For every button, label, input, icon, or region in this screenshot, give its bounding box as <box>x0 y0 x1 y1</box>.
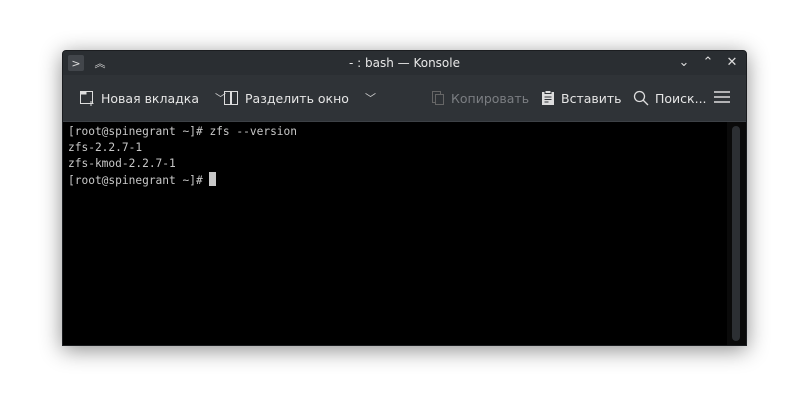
paste-label: Вставить <box>561 90 622 106</box>
split-view-button[interactable]: Разделить окно ﹀ <box>223 90 376 106</box>
copy-icon <box>432 91 444 105</box>
maximize-button[interactable]: ⌃ <box>700 54 716 70</box>
window-title: - : bash — Konsole <box>349 56 460 70</box>
search-icon <box>633 90 649 106</box>
terminal-prompt-line: [root@spinegrant ~]# <box>68 172 727 189</box>
copy-button[interactable]: Копировать <box>431 90 529 106</box>
title-bar[interactable]: > ︽ - : bash — Konsole ⌄ ⌃ ✕ <box>63 51 746 75</box>
prompt-text: [root@spinegrant ~]# <box>68 174 210 187</box>
new-tab-button[interactable]: Новая вкладка ﹀ <box>79 90 226 106</box>
copy-label: Копировать <box>451 90 530 106</box>
new-tab-icon <box>80 91 94 106</box>
paste-button[interactable]: Вставить <box>541 90 622 106</box>
konsole-window: > ︽ - : bash — Konsole ⌄ ⌃ ✕ Новая вклад… <box>62 50 747 346</box>
scrollbar[interactable] <box>727 122 746 345</box>
split-view-label: Разделить окно <box>245 90 349 106</box>
find-label: Поиск... <box>655 90 707 106</box>
new-tab-label: Новая вкладка <box>101 90 199 106</box>
minimize-button[interactable]: ⌄ <box>676 54 692 70</box>
paste-icon <box>542 90 554 105</box>
hamburger-menu-icon <box>714 91 730 103</box>
close-button[interactable]: ✕ <box>724 54 740 70</box>
terminal-output[interactable]: [root@spinegrant ~]# zfs --version zfs-2… <box>63 122 727 345</box>
split-view-icon <box>224 91 238 105</box>
terminal-line: zfs-2.2.7-1 <box>68 141 143 154</box>
toolbar: Новая вкладка ﹀ Разделить окно ﹀ Копиров… <box>63 75 746 122</box>
hamburger-menu-button[interactable] <box>714 90 730 104</box>
find-button[interactable]: Поиск... <box>633 90 707 106</box>
chevron-down-icon[interactable]: ﹀ <box>365 90 376 106</box>
text-cursor <box>209 172 217 186</box>
terminal-line: zfs-kmod-2.2.7-1 <box>68 157 176 170</box>
terminal-line: [root@spinegrant ~]# zfs --version <box>68 125 298 138</box>
scrollbar-track[interactable] <box>732 126 740 341</box>
